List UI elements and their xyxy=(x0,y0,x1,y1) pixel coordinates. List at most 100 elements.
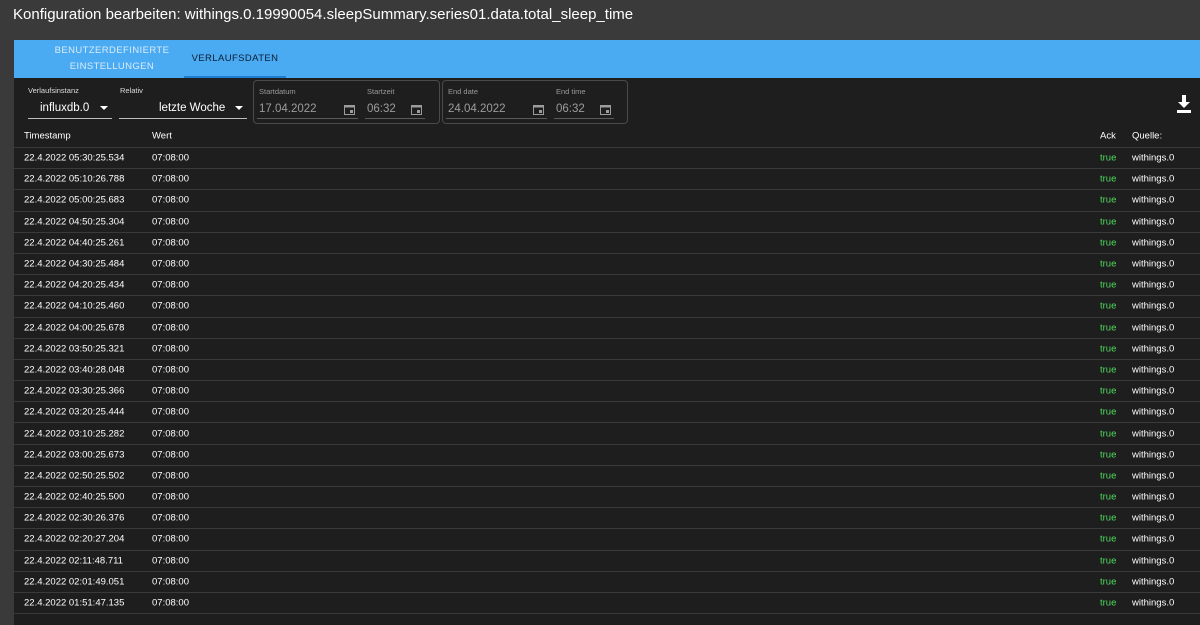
cell-source: withings.0 xyxy=(1132,512,1175,524)
table-row[interactable]: 22.4.2022 04:20:25.434 07:08:00 true within… xyxy=(14,275,1200,297)
end-time-field[interactable]: 06:32 xyxy=(554,98,614,119)
cell-source: withings.0 xyxy=(1132,258,1175,270)
cell-timestamp: 22.4.2022 04:20:25.434 xyxy=(24,279,125,291)
cell-timestamp: 22.4.2022 04:00:25.678 xyxy=(24,322,125,334)
header-ack[interactable]: Ack xyxy=(1100,130,1116,141)
table-row[interactable]: 22.4.2022 03:00:25.673 07:08:00 true within… xyxy=(14,445,1200,466)
table-row[interactable]: 22.4.2022 03:30:25.366 07:08:00 true within… xyxy=(14,381,1200,403)
cell-value: 07:08:00 xyxy=(152,428,189,440)
header-source[interactable]: Quelle: xyxy=(1132,130,1162,141)
cell-timestamp: 22.4.2022 04:40:25.261 xyxy=(24,237,125,249)
instance-select[interactable]: influxdb.0 xyxy=(28,98,112,119)
end-date-field[interactable]: 24.04.2022 xyxy=(446,98,547,119)
cell-timestamp: 22.4.2022 04:10:25.460 xyxy=(24,300,125,312)
cell-ack: true xyxy=(1100,597,1117,609)
cell-value: 07:08:00 xyxy=(152,597,189,609)
cell-source: withings.0 xyxy=(1132,216,1175,228)
cell-ack: true xyxy=(1100,279,1117,291)
table-row[interactable]: 22.4.2022 02:50:25.502 07:08:00 true within… xyxy=(14,466,1200,487)
end-time-label: End time xyxy=(556,87,586,96)
cell-source: withings.0 xyxy=(1132,237,1175,249)
tab-history-data[interactable]: VERLAUFSDATEN xyxy=(184,40,286,78)
cell-ack: true xyxy=(1100,470,1117,482)
cell-ack: true xyxy=(1100,576,1117,588)
instance-value: influxdb.0 xyxy=(40,102,90,114)
chevron-down-icon xyxy=(235,106,243,110)
cell-source: withings.0 xyxy=(1132,173,1175,185)
cell-source: withings.0 xyxy=(1132,428,1175,440)
tab-custom-settings[interactable]: BENUTZERDEFINIERTE EINSTELLUNGEN xyxy=(34,40,190,78)
relative-select[interactable]: letzte Woche xyxy=(119,98,247,119)
table-row[interactable]: 22.4.2022 04:00:25.678 07:08:00 true within… xyxy=(14,318,1200,339)
end-time-value: 06:32 xyxy=(556,103,585,115)
table-row[interactable]: 22.4.2022 04:30:25.484 07:08:00 true within… xyxy=(14,254,1200,276)
cell-value: 07:08:00 xyxy=(152,576,189,588)
cell-value: 07:08:00 xyxy=(152,152,189,164)
table-row[interactable]: 22.4.2022 01:51:47.135 07:08:00 true within… xyxy=(14,593,1200,615)
dialog-panel: BENUTZERDEFINIERTE EINSTELLUNGEN VERLAUF… xyxy=(14,40,1200,625)
cell-value: 07:08:00 xyxy=(152,385,189,397)
header-value[interactable]: Wert xyxy=(152,130,172,141)
start-time-value: 06:32 xyxy=(367,103,396,115)
calendar-icon[interactable] xyxy=(344,104,355,115)
cell-source: withings.0 xyxy=(1132,194,1175,206)
tab-custom-settings-label-line1: BENUTZERDEFINIERTE xyxy=(54,45,170,56)
table-row[interactable]: 22.4.2022 04:40:25.261 07:08:00 true within… xyxy=(14,233,1200,254)
relative-value: letzte Woche xyxy=(159,102,226,114)
table-row[interactable]: 22.4.2022 02:30:26.376 07:08:00 true within… xyxy=(14,508,1200,530)
start-date-value: 17.04.2022 xyxy=(259,103,317,115)
table-row[interactable]: 22.4.2022 02:01:49.051 07:08:00 true within… xyxy=(14,572,1200,593)
cell-source: withings.0 xyxy=(1132,152,1175,164)
cell-timestamp: 22.4.2022 03:50:25.321 xyxy=(24,343,125,355)
table-row[interactable]: 22.4.2022 05:10:26.788 07:08:00 true within… xyxy=(14,169,1200,191)
table-body: 22.4.2022 05:30:25.534 07:08:00 true within… xyxy=(14,148,1200,615)
cell-source: withings.0 xyxy=(1132,385,1175,397)
table-row[interactable]: 22.4.2022 05:30:25.534 07:08:00 true within… xyxy=(14,148,1200,170)
cell-value: 07:08:00 xyxy=(152,555,189,567)
cell-value: 07:08:00 xyxy=(152,470,189,482)
start-date-field[interactable]: 17.04.2022 xyxy=(257,98,358,119)
cell-source: withings.0 xyxy=(1132,343,1175,355)
start-range-group: Startdatum 17.04.2022 Startzeit 06:32 xyxy=(253,80,440,124)
table-header-row: Timestamp Wert Ack Quelle: xyxy=(14,124,1200,148)
header-timestamp[interactable]: Timestamp xyxy=(24,130,71,141)
download-icon[interactable] xyxy=(1176,94,1192,114)
cell-source: withings.0 xyxy=(1132,279,1175,291)
cell-timestamp: 22.4.2022 05:00:25.683 xyxy=(24,194,125,206)
table-row[interactable]: 22.4.2022 03:50:25.321 07:08:00 true within… xyxy=(14,339,1200,360)
cell-ack: true xyxy=(1100,343,1117,355)
cell-ack: true xyxy=(1100,491,1117,503)
calendar-icon[interactable] xyxy=(533,104,544,115)
table-row[interactable]: 22.4.2022 04:10:25.460 07:08:00 true within… xyxy=(14,296,1200,318)
tab-bar: BENUTZERDEFINIERTE EINSTELLUNGEN VERLAUF… xyxy=(14,40,1200,78)
cell-timestamp: 22.4.2022 02:50:25.502 xyxy=(24,470,125,482)
cell-timestamp: 22.4.2022 03:20:25.444 xyxy=(24,406,125,418)
cell-source: withings.0 xyxy=(1132,300,1175,312)
cell-source: withings.0 xyxy=(1132,322,1175,334)
table-row[interactable]: 22.4.2022 02:20:27.204 07:08:00 true within… xyxy=(14,529,1200,551)
table-row[interactable]: 22.4.2022 03:40:28.048 07:08:00 true within… xyxy=(14,360,1200,382)
tab-history-data-label: VERLAUFSDATEN xyxy=(191,53,279,64)
cell-source: withings.0 xyxy=(1132,533,1175,545)
cell-value: 07:08:00 xyxy=(152,300,189,312)
cell-ack: true xyxy=(1100,216,1117,228)
cell-ack: true xyxy=(1100,406,1117,418)
table-row[interactable]: 22.4.2022 03:20:25.444 07:08:00 true within… xyxy=(14,402,1200,424)
start-time-field[interactable]: 06:32 xyxy=(365,98,425,119)
instance-label: Verlaufsinstanz xyxy=(28,86,79,95)
table-row[interactable]: 22.4.2022 03:10:25.282 07:08:00 true within… xyxy=(14,423,1200,445)
cell-timestamp: 22.4.2022 02:01:49.051 xyxy=(24,576,125,588)
cell-ack: true xyxy=(1100,300,1117,312)
cell-value: 07:08:00 xyxy=(152,216,189,228)
cell-source: withings.0 xyxy=(1132,576,1175,588)
table-row[interactable]: 22.4.2022 02:11:48.711 07:08:00 true within… xyxy=(14,551,1200,572)
calendar-icon[interactable] xyxy=(411,104,422,115)
table-row[interactable]: 22.4.2022 04:50:25.304 07:08:00 true within… xyxy=(14,212,1200,233)
cell-timestamp: 22.4.2022 03:00:25.673 xyxy=(24,449,125,461)
table-row[interactable]: 22.4.2022 05:00:25.683 07:08:00 true within… xyxy=(14,190,1200,212)
table-row[interactable]: 22.4.2022 02:40:25.500 07:08:00 true within… xyxy=(14,487,1200,509)
calendar-icon[interactable] xyxy=(600,104,611,115)
cell-value: 07:08:00 xyxy=(152,343,189,355)
cell-source: withings.0 xyxy=(1132,449,1175,461)
cell-value: 07:08:00 xyxy=(152,491,189,503)
